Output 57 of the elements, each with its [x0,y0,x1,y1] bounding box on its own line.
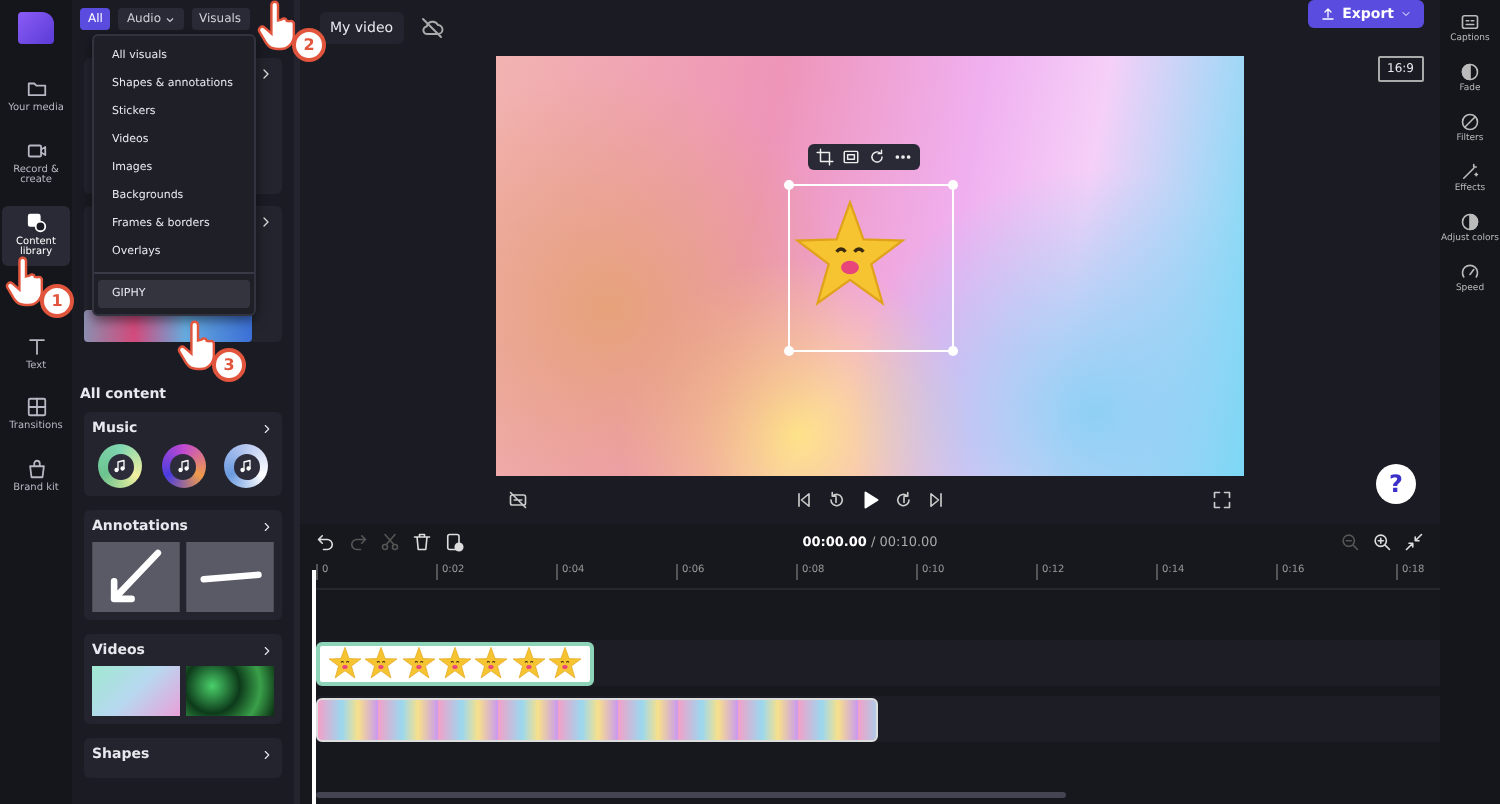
forward-icon[interactable] [894,490,914,510]
wand-icon [1460,161,1480,182]
star-icon [437,646,472,680]
music-track-thumbnail[interactable] [224,444,268,488]
sticker-clip[interactable] [316,641,594,685]
chevron-right-icon[interactable] [260,643,274,657]
rotate-icon[interactable] [868,148,886,166]
contrast-icon [1460,211,1480,232]
chevron-right-icon [258,214,274,230]
caret-icon [163,13,176,25]
star-icon [474,646,509,680]
star-icon [364,646,399,680]
skip-forward-icon[interactable] [926,490,946,510]
music-track-thumbnail[interactable] [161,444,205,488]
logo-icon[interactable] [18,12,54,44]
star-icon [327,646,362,680]
pointing-hand-icon [4,256,48,310]
video-camera-icon [25,139,47,161]
video-thumbnail[interactable] [92,666,180,716]
crop-icon[interactable] [816,148,834,166]
pointing-hand-icon [256,0,300,54]
slashed-circle-icon [1460,111,1480,132]
bag-icon [25,457,47,479]
pointing-hand-icon [176,320,220,374]
video-thumbnail[interactable] [186,666,274,716]
chevron-right-icon[interactable] [260,747,274,761]
fullscreen-icon[interactable] [1212,490,1232,510]
gauge-icon [1460,261,1480,282]
captions-off-icon[interactable] [508,490,528,510]
help-button[interactable]: ? [1376,464,1416,504]
folder-icon [25,78,47,100]
music-track-thumbnail[interactable] [98,444,142,488]
video-clip[interactable] [316,697,878,741]
rewind-icon[interactable] [826,490,846,510]
letter-t-icon [25,335,47,357]
line-annotation-drawing[interactable] [186,542,274,612]
star-icon [511,646,546,680]
skip-back-icon[interactable] [794,490,814,510]
caret-icon [1400,8,1412,20]
chevron-right-icon[interactable] [260,421,274,435]
star-sticker-drawing [794,198,906,310]
captions-icon [1460,12,1480,32]
shapes-icon [25,211,47,233]
star-icon [548,646,583,680]
frame-icon[interactable] [842,148,860,166]
cloud-off-icon [419,16,444,40]
scrollbar[interactable] [316,792,1066,798]
music-note-icon [112,458,128,474]
chevron-right-icon[interactable] [260,519,274,533]
star-icon [401,646,436,680]
half-circle-icon [1460,61,1480,82]
grid-icon [25,396,47,418]
music-note-icon [175,458,191,474]
chevron-right-icon [258,66,274,82]
music-note-icon [238,458,254,474]
upload-icon [1320,6,1337,22]
arrow-annotation-drawing[interactable] [92,542,180,612]
